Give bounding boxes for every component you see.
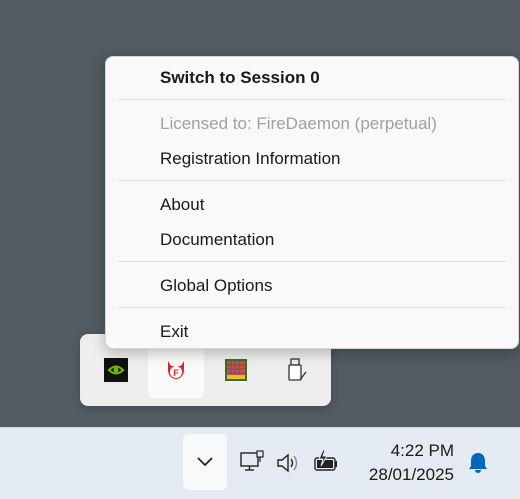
- firedaemon-icon: F: [168, 361, 184, 379]
- menu-item-registration[interactable]: Registration Information: [160, 148, 340, 170]
- svg-text:F: F: [173, 368, 179, 378]
- firedaemon-context-menu: Switch to Session 0 Licensed to: FireDae…: [105, 56, 519, 349]
- clock-date[interactable]: 28/01/2025: [369, 465, 454, 485]
- bell-icon[interactable]: [467, 451, 489, 475]
- menu-separator: [118, 99, 506, 100]
- tray-item-gpu-monitor[interactable]: [208, 342, 264, 398]
- menu-separator: [118, 307, 506, 308]
- gpu-monitor-icon: [225, 359, 247, 381]
- tray-item-nvidia[interactable]: [88, 342, 144, 398]
- menu-item-switch-session[interactable]: Switch to Session 0: [160, 67, 320, 89]
- menu-separator: [118, 261, 506, 262]
- usb-eject-icon: [288, 358, 307, 381]
- chevron-down-icon: [197, 457, 213, 467]
- clock-time[interactable]: 4:22 PM: [391, 441, 454, 461]
- menu-separator: [118, 180, 506, 181]
- menu-item-exit[interactable]: Exit: [160, 321, 188, 343]
- battery-charging-icon[interactable]: [313, 450, 339, 474]
- tray-item-firedaemon[interactable]: F: [148, 342, 204, 398]
- network-icon[interactable]: [240, 450, 266, 476]
- menu-item-global-options[interactable]: Global Options: [160, 275, 272, 297]
- taskbar: 4:22 PM 28/01/2025: [0, 427, 520, 499]
- menu-item-documentation[interactable]: Documentation: [160, 229, 274, 251]
- nvidia-icon: [104, 358, 128, 382]
- menu-item-license-info: Licensed to: FireDaemon (perpetual): [160, 114, 437, 133]
- tray-item-usb-eject[interactable]: [268, 342, 324, 398]
- show-hidden-icons-button[interactable]: [183, 434, 227, 490]
- volume-icon[interactable]: [276, 452, 302, 474]
- menu-item-about[interactable]: About: [160, 194, 204, 216]
